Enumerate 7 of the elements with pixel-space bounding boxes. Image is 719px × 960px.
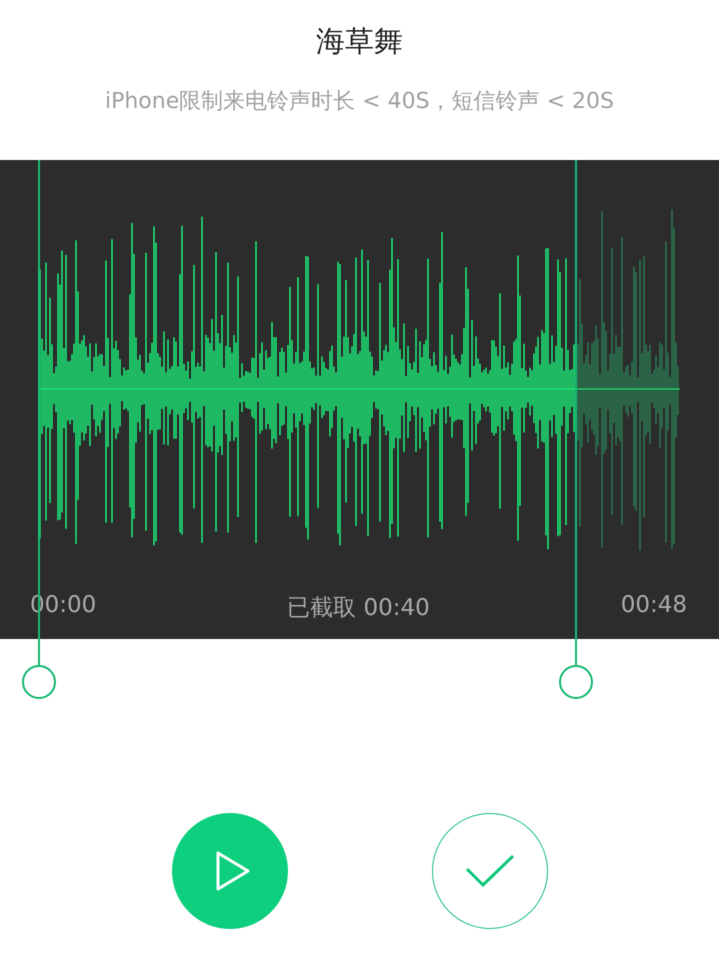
trim-handle[interactable] xyxy=(559,160,593,699)
play-icon xyxy=(214,850,250,892)
end-time: 00:48 xyxy=(620,592,687,620)
checkmark-icon xyxy=(464,853,514,889)
selected-duration: 已截取 00:40 xyxy=(287,594,430,623)
duration-hint: iPhone限制来电铃声时长 < 40S，短信铃声 < 20S xyxy=(104,88,616,116)
song-title: 海草舞 xyxy=(315,23,404,60)
